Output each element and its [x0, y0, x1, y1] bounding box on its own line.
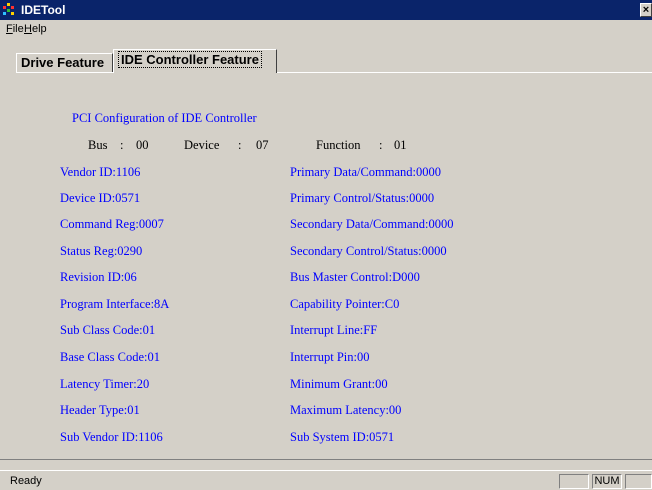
- bus-separator: :: [120, 138, 124, 152]
- field-primary-control-status: Primary Control/Status:0000: [290, 191, 435, 205]
- field-capability-pointer: Capability Pointer:C0: [290, 297, 400, 311]
- field-secondary-control-status: Secondary Control/Status:0000: [290, 244, 447, 258]
- field-command-reg: Command Reg:0007: [60, 217, 164, 231]
- field-interrupt-line: Interrupt Line:FF: [290, 323, 378, 337]
- field-program-interface: Program Interface:8A: [60, 297, 170, 311]
- device-label: Device: [184, 138, 220, 152]
- function-label: Function: [316, 138, 361, 152]
- menu-help-label: elp: [31, 23, 47, 35]
- field-latency-timer: Latency Timer:20: [60, 377, 150, 391]
- field-sub-vendor-id: Sub Vendor ID:1106: [60, 430, 163, 444]
- tab-drive-feature-label: Drive Feature: [21, 55, 105, 70]
- menu-file-label: ile: [12, 23, 24, 35]
- field-base-class-code: Base Class Code:01: [60, 350, 160, 364]
- menu-file-mnemonic: F: [6, 23, 13, 35]
- window-title: IDETool: [21, 3, 66, 17]
- tab-ide-controller-feature[interactable]: IDE Controller Feature: [113, 49, 277, 73]
- app-icon: [3, 3, 14, 15]
- bus-label: Bus: [88, 138, 108, 152]
- field-interrupt-pin: Interrupt Pin:00: [290, 350, 370, 364]
- menu-help-mnemonic: H: [24, 23, 32, 35]
- status-text: Ready: [10, 475, 42, 487]
- panel-divider: [0, 459, 652, 460]
- app-window: IDETool × File Help Drive Feature IDE Co…: [0, 0, 652, 490]
- field-header-type: Header Type:01: [60, 403, 140, 417]
- status-pane-empty: [559, 474, 589, 489]
- title-bar[interactable]: IDETool ×: [0, 0, 652, 20]
- field-maximum-latency: Maximum Latency:00: [290, 403, 402, 417]
- function-value: 01: [394, 138, 407, 152]
- tab-drive-feature[interactable]: Drive Feature: [16, 53, 113, 73]
- device-separator: :: [238, 138, 242, 152]
- field-device-id: Device ID:0571: [60, 191, 141, 205]
- menu-bar: File Help: [0, 20, 652, 38]
- menu-file[interactable]: File: [6, 22, 24, 36]
- field-sub-system-id: Sub System ID:0571: [290, 430, 395, 444]
- function-separator: :: [379, 138, 383, 152]
- field-bus-master-control: Bus Master Control:D000: [290, 270, 420, 284]
- status-pane-scroll: [625, 474, 652, 489]
- field-minimum-grant: Minimum Grant:00: [290, 377, 388, 391]
- num-lock-indicator: NUM: [592, 474, 622, 489]
- field-revision-id: Revision ID:06: [60, 270, 137, 284]
- close-button[interactable]: ×: [640, 3, 652, 17]
- field-status-reg: Status Reg:0290: [60, 244, 143, 258]
- tab-ide-controller-feature-label: IDE Controller Feature: [118, 51, 262, 68]
- field-primary-data-command: Primary Data/Command:0000: [290, 165, 442, 179]
- field-sub-class-code: Sub Class Code:01: [60, 323, 156, 337]
- device-value: 07: [256, 138, 269, 152]
- pci-config-title: PCI Configuration of IDE Controller: [72, 111, 257, 125]
- status-bar: Ready NUM: [0, 470, 652, 490]
- close-icon: ×: [642, 4, 650, 16]
- bus-value: 00: [136, 138, 149, 152]
- field-secondary-data-command: Secondary Data/Command:0000: [290, 217, 454, 231]
- field-vendor-id: Vendor ID:1106: [60, 165, 141, 179]
- menu-help[interactable]: Help: [24, 22, 47, 36]
